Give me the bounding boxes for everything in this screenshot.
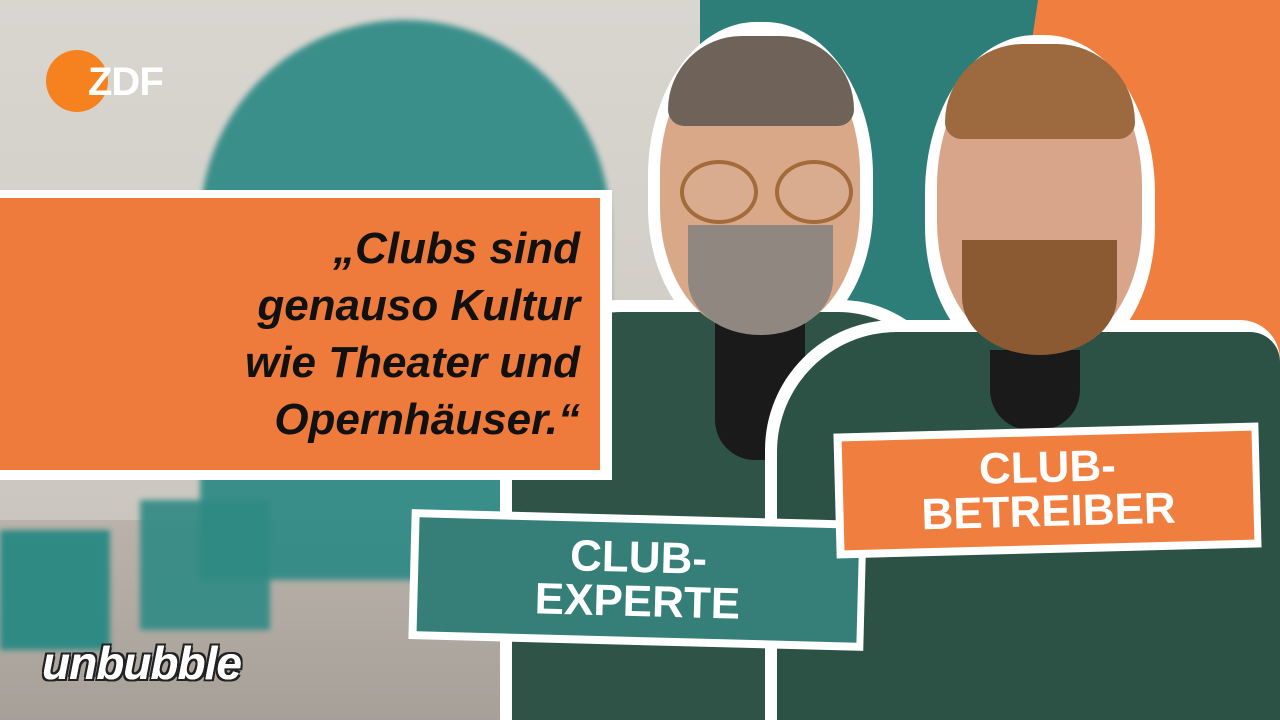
teal-block-decoration [0,530,110,650]
quote-line: genauso Kultur [257,281,580,330]
club-operator-label: CLUB- BETREIBER [841,430,1255,551]
quote-line: Opernhäuser.“ [274,395,580,444]
label-line: BETREIBER [920,483,1177,540]
quote-box: „Clubs sind genauso Kultur wie Theater u… [0,190,612,480]
zdf-logo: ZDF [46,42,186,112]
teal-block-decoration [140,500,270,630]
quote-background: „Clubs sind genauso Kultur wie Theater u… [0,198,600,470]
club-expert-label: CLUB- EXPERTE [416,517,860,643]
quote-text: „Clubs sind genauso Kultur wie Theater u… [60,220,580,448]
thumbnail: ZDF „Clubs sind genauso Kultur wie Theat… [0,0,1280,720]
glasses-icon [680,160,758,224]
quote-line: wie Theater und [245,338,580,387]
unbubble-logo: unbubble [42,637,242,689]
zdf-logo-text: ZDF [88,60,164,104]
quote-line: „Clubs sind [333,224,580,273]
